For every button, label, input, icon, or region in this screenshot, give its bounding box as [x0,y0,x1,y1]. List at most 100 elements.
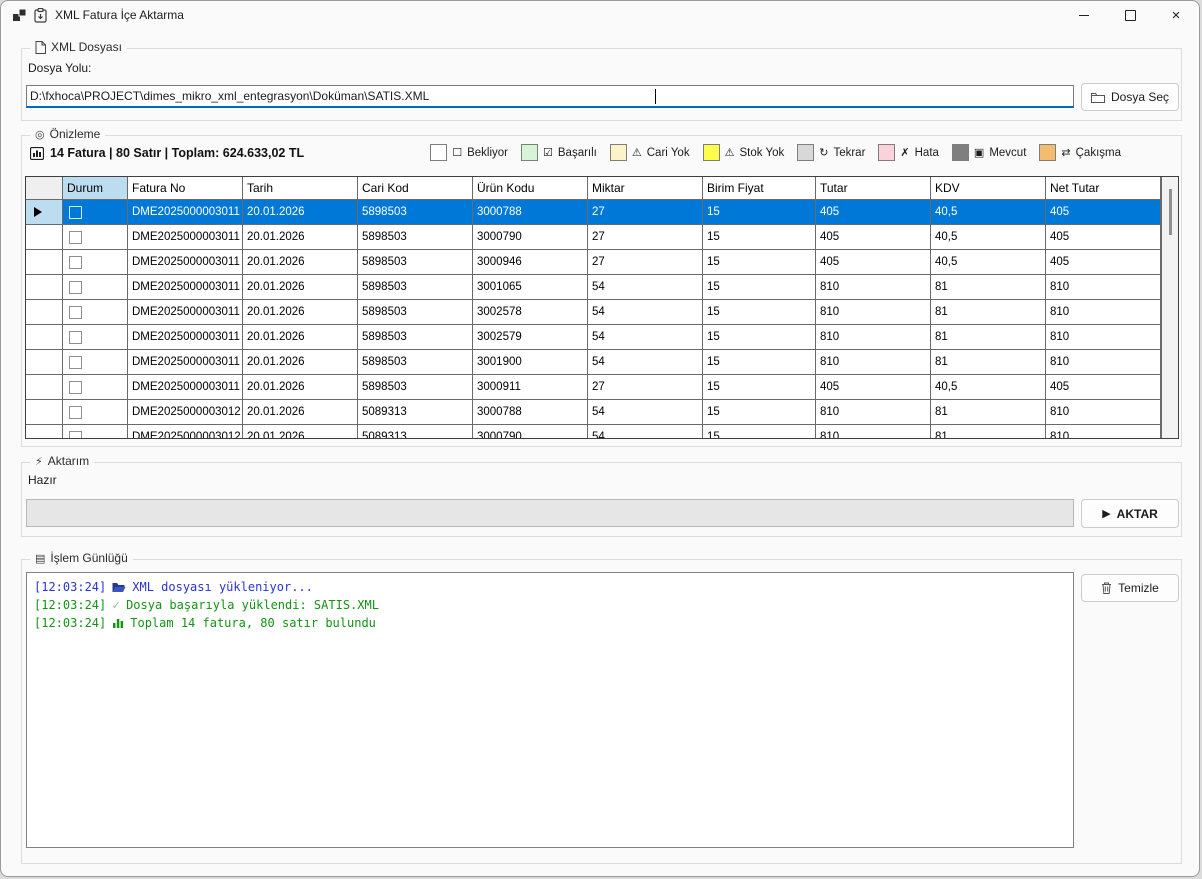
cell-kdv[interactable]: 81 [931,350,1046,375]
cell-kdv[interactable]: 40,5 [931,225,1046,250]
table-row[interactable]: DME202500000301120.01.202658985033000790… [26,225,1178,250]
cell-cari-kod[interactable]: 5898503 [358,325,473,350]
cell-net-tutar[interactable]: 810 [1046,400,1161,425]
cell-miktar[interactable]: 54 [588,350,703,375]
cell-durum[interactable] [63,300,128,325]
row-selector-cell[interactable] [26,350,63,375]
table-row[interactable]: DME202500000301120.01.202658985033001900… [26,350,1178,375]
table-row[interactable]: DME202500000301120.01.202658985033001065… [26,275,1178,300]
cell-fatura-no[interactable]: DME2025000003012 [128,425,243,439]
cell-miktar[interactable]: 27 [588,250,703,275]
cell-urun-kodu[interactable]: 3000911 [473,375,588,400]
cell-urun-kodu[interactable]: 3001900 [473,350,588,375]
cell-urun-kodu[interactable]: 3002579 [473,325,588,350]
grid-vertical-scrollbar[interactable] [1161,177,1178,438]
durum-checkbox[interactable] [69,381,82,394]
column-header-birim-fiyat[interactable]: Birim Fiyat [703,177,816,200]
column-header-miktar[interactable]: Miktar [588,177,703,200]
cell-urun-kodu[interactable]: 3001065 [473,275,588,300]
cell-tutar[interactable]: 810 [816,350,931,375]
cell-durum[interactable] [63,400,128,425]
cell-miktar[interactable]: 54 [588,275,703,300]
durum-checkbox[interactable] [69,431,82,440]
durum-checkbox[interactable] [69,281,82,294]
table-row[interactable]: DME202500000301120.01.202658985033002578… [26,300,1178,325]
cell-net-tutar[interactable]: 810 [1046,300,1161,325]
cell-fatura-no[interactable]: DME2025000003011 [128,250,243,275]
row-selector-cell[interactable] [26,225,63,250]
cell-fatura-no[interactable]: DME2025000003012 [128,400,243,425]
cell-tarih[interactable]: 20.01.2026 [243,375,358,400]
row-selector-cell[interactable] [26,300,63,325]
cell-cari-kod[interactable]: 5089313 [358,425,473,439]
cell-kdv[interactable]: 81 [931,300,1046,325]
cell-cari-kod[interactable]: 5898503 [358,300,473,325]
cell-tutar[interactable]: 810 [816,300,931,325]
cell-net-tutar[interactable]: 810 [1046,425,1161,439]
cell-tarih[interactable]: 20.01.2026 [243,300,358,325]
row-selector-cell[interactable] [26,200,63,225]
cell-net-tutar[interactable]: 405 [1046,225,1161,250]
column-header-cari-kod[interactable]: Cari Kod [358,177,473,200]
cell-birim-fiyat[interactable]: 15 [703,225,816,250]
cell-durum[interactable] [63,325,128,350]
cell-birim-fiyat[interactable]: 15 [703,400,816,425]
file-path-input[interactable]: D:\fxhoca\PROJECT\dimes_mikro_xml_entegr… [26,85,1074,108]
cell-fatura-no[interactable]: DME2025000003011 [128,275,243,300]
table-row[interactable]: DME202500000301120.01.202658985033000788… [26,200,1178,225]
row-selector-cell[interactable] [26,250,63,275]
cell-miktar[interactable]: 54 [588,325,703,350]
cell-durum[interactable] [63,425,128,439]
cell-net-tutar[interactable]: 810 [1046,350,1161,375]
cell-tutar[interactable]: 810 [816,400,931,425]
cell-fatura-no[interactable]: DME2025000003011 [128,300,243,325]
row-selector-header[interactable] [26,177,63,200]
cell-net-tutar[interactable]: 810 [1046,325,1161,350]
column-header-net-tutar[interactable]: Net Tutar [1046,177,1161,200]
cell-miktar[interactable]: 54 [588,400,703,425]
cell-birim-fiyat[interactable]: 15 [703,375,816,400]
cell-kdv[interactable]: 81 [931,425,1046,439]
cell-miktar[interactable]: 27 [588,225,703,250]
cell-tarih[interactable]: 20.01.2026 [243,400,358,425]
log-output[interactable]: [12:03:24]XML dosyası yükleniyor...[12:0… [26,572,1074,848]
cell-net-tutar[interactable]: 405 [1046,375,1161,400]
column-header-tutar[interactable]: Tutar [816,177,931,200]
column-header-tarih[interactable]: Tarih [243,177,358,200]
cell-miktar[interactable]: 27 [588,375,703,400]
cell-tarih[interactable]: 20.01.2026 [243,350,358,375]
cell-cari-kod[interactable]: 5898503 [358,375,473,400]
table-row[interactable]: DME202500000301120.01.202658985033000911… [26,375,1178,400]
table-row[interactable]: DME202500000301120.01.202658985033002579… [26,325,1178,350]
cell-fatura-no[interactable]: DME2025000003011 [128,350,243,375]
invoice-grid[interactable]: DurumFatura NoTarihCari KodÜrün KoduMikt… [25,176,1179,439]
durum-checkbox[interactable] [69,256,82,269]
cell-kdv[interactable]: 40,5 [931,200,1046,225]
row-selector-cell[interactable] [26,275,63,300]
cell-birim-fiyat[interactable]: 15 [703,350,816,375]
cell-tutar[interactable]: 405 [816,375,931,400]
column-header-fatura-no[interactable]: Fatura No [128,177,243,200]
durum-checkbox[interactable] [69,231,82,244]
cell-fatura-no[interactable]: DME2025000003011 [128,375,243,400]
cell-miktar[interactable]: 54 [588,425,703,439]
cell-kdv[interactable]: 40,5 [931,375,1046,400]
cell-kdv[interactable]: 81 [931,275,1046,300]
durum-checkbox[interactable] [69,356,82,369]
cell-tutar[interactable]: 405 [816,225,931,250]
cell-cari-kod[interactable]: 5089313 [358,400,473,425]
cell-miktar[interactable]: 27 [588,200,703,225]
cell-durum[interactable] [63,200,128,225]
cell-durum[interactable] [63,225,128,250]
cell-tarih[interactable]: 20.01.2026 [243,275,358,300]
cell-miktar[interactable]: 54 [588,300,703,325]
select-file-button[interactable]: Dosya Seç [1081,83,1179,111]
cell-fatura-no[interactable]: DME2025000003011 [128,225,243,250]
cell-urun-kodu[interactable]: 3000788 [473,200,588,225]
cell-birim-fiyat[interactable]: 15 [703,200,816,225]
cell-durum[interactable] [63,375,128,400]
table-row[interactable]: DME202500000301220.01.202650893133000788… [26,400,1178,425]
maximize-button[interactable] [1107,1,1153,29]
close-button[interactable]: × [1153,1,1199,29]
clear-log-button[interactable]: Temizle [1081,574,1179,602]
